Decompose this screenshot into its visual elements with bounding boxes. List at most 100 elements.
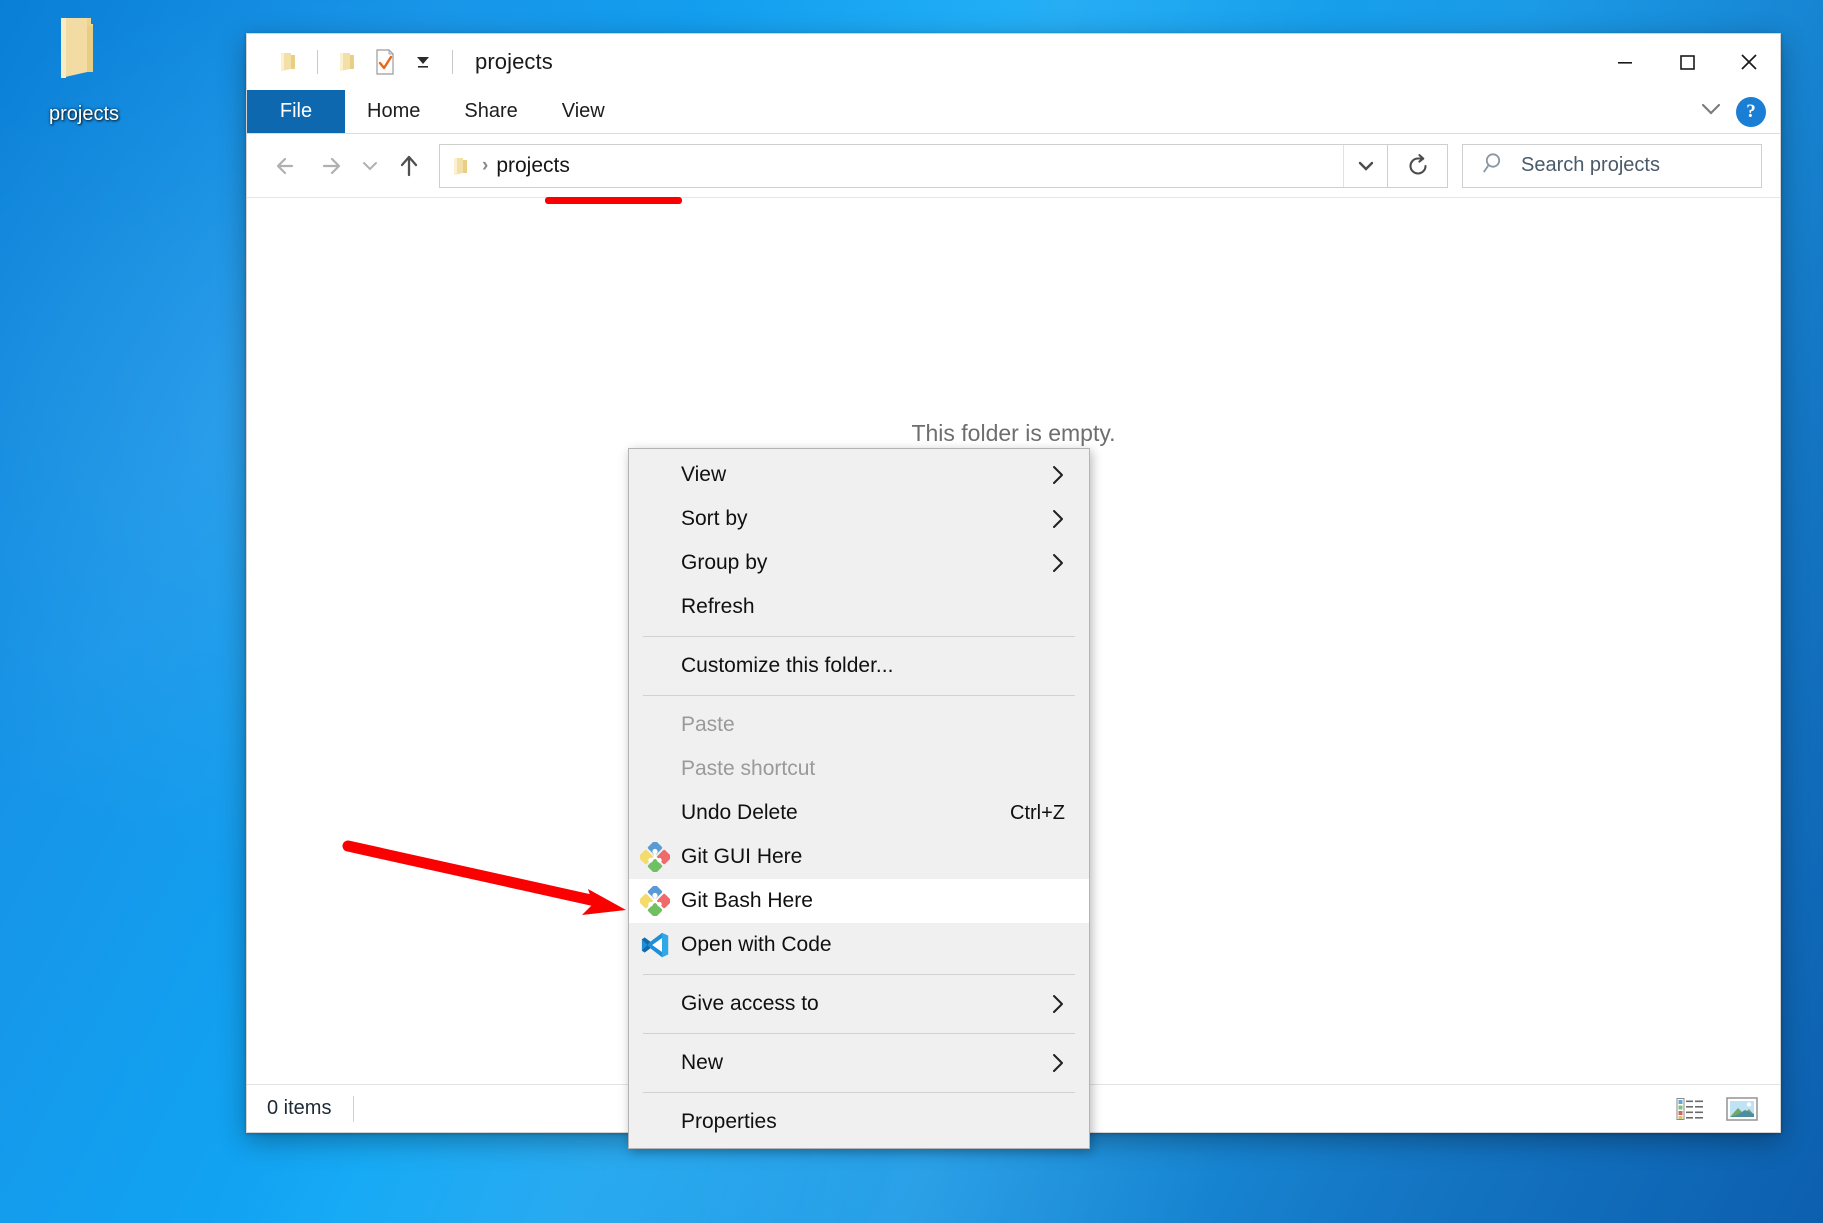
menu-item-paste: Paste: [629, 703, 1089, 747]
properties-button[interactable]: [366, 43, 404, 81]
refresh-icon: [1408, 153, 1427, 175]
folder-icon: [454, 157, 467, 175]
context-menu[interactable]: View Sort by Group by Refresh Customize …: [628, 448, 1090, 1149]
address-bar[interactable]: › projects: [439, 143, 1388, 188]
recent-locations-button[interactable]: [353, 144, 387, 188]
submenu-arrow-wrap: [1047, 462, 1075, 488]
forward-button[interactable]: [309, 144, 353, 188]
menu-item-label: Paste shortcut: [681, 757, 816, 780]
chevron-right-icon: [1053, 995, 1063, 1013]
maximize-icon: [1680, 55, 1695, 70]
tab-view[interactable]: View: [540, 90, 627, 133]
minimize-icon: [1618, 62, 1632, 64]
tab-file[interactable]: File: [247, 90, 345, 133]
details-view-button[interactable]: [1672, 1093, 1708, 1125]
window-title: projects: [475, 49, 553, 74]
up-button[interactable]: [387, 144, 431, 188]
menu-item-group-by[interactable]: Group by: [629, 541, 1089, 585]
new-folder-button[interactable]: [328, 43, 366, 81]
chevron-down-icon: [1701, 103, 1721, 115]
chevron-down-icon: [363, 161, 377, 170]
customize-qat-button[interactable]: [404, 43, 442, 81]
search-placeholder: Search projects: [1521, 154, 1660, 176]
ribbon-right-controls: ?: [1698, 90, 1780, 133]
menu-item-label: Give access to: [681, 992, 819, 1015]
menu-item-label: Open with Code: [681, 933, 832, 956]
quick-access-toolbar: [247, 43, 463, 81]
git-icon-wrap: [629, 886, 681, 916]
desktop-icon-projects[interactable]: projects: [14, 6, 154, 126]
breadcrumb-folder-icon-wrap: [450, 154, 472, 178]
vscode-icon: [641, 932, 669, 958]
breadcrumb-projects[interactable]: projects: [496, 154, 570, 178]
menu-item-new[interactable]: New: [629, 1041, 1089, 1085]
chevron-right-icon: [1053, 466, 1063, 484]
chevron-right-icon: [1053, 554, 1063, 572]
submenu-arrow-wrap: [1047, 506, 1075, 532]
menu-item-properties[interactable]: Properties: [629, 1100, 1089, 1144]
chevron-down-icon: [417, 57, 429, 68]
menu-item-label: Refresh: [681, 595, 755, 618]
folder-icon: [340, 53, 354, 71]
help-button[interactable]: ?: [1736, 96, 1766, 127]
menu-item-label: Customize this folder...: [681, 654, 894, 677]
search-icon: [1483, 153, 1501, 173]
menu-item-give-access-to[interactable]: Give access to: [629, 982, 1089, 1026]
address-bar-row: › projects Search projects: [247, 134, 1780, 198]
git-icon: [640, 842, 670, 872]
git-icon: [640, 886, 670, 916]
menu-separator: [643, 695, 1075, 696]
menu-separator: [643, 974, 1075, 975]
qat-divider-2: [452, 50, 453, 74]
menu-item-paste-shortcut: Paste shortcut: [629, 747, 1089, 791]
menu-item-view[interactable]: View: [629, 453, 1089, 497]
refresh-button[interactable]: [1388, 143, 1448, 188]
menu-separator: [643, 636, 1075, 637]
menu-item-undo-delete[interactable]: Undo Delete Ctrl+Z: [629, 791, 1089, 835]
details-view-icon: [1676, 1097, 1703, 1120]
menu-item-label: Properties: [681, 1110, 777, 1133]
expand-ribbon-button[interactable]: [1698, 100, 1724, 123]
qat-divider: [317, 50, 318, 74]
large-icons-view-button[interactable]: [1724, 1093, 1760, 1125]
chevron-right-icon: [1053, 510, 1063, 528]
menu-item-label: Undo Delete: [681, 801, 798, 824]
ribbon-tabs: File Home Share View ?: [247, 90, 1780, 134]
breadcrumb-separator[interactable]: ›: [482, 155, 488, 177]
arrow-left-icon: [276, 157, 294, 174]
menu-item-label: View: [681, 463, 727, 486]
menu-item-sort-by[interactable]: Sort by: [629, 497, 1089, 541]
back-button[interactable]: [265, 144, 309, 188]
menu-item-open-with-code[interactable]: Open with Code: [629, 923, 1089, 967]
title-bar: projects: [247, 34, 1780, 90]
properties-checkmark-icon: [376, 49, 394, 75]
menu-item-label: Git GUI Here: [681, 845, 803, 868]
tab-home[interactable]: Home: [345, 90, 442, 133]
search-input[interactable]: Search projects: [1462, 143, 1762, 188]
menu-item-label: Git Bash Here: [681, 889, 813, 912]
menu-item-label: Group by: [681, 551, 768, 574]
arrow-up-icon: [400, 155, 418, 176]
chevron-right-icon: [1053, 1054, 1063, 1072]
menu-item-git-bash-here[interactable]: Git Bash Here: [629, 879, 1089, 923]
tab-share[interactable]: Share: [442, 90, 539, 133]
menu-separator: [643, 1092, 1075, 1093]
item-count: 0 items: [267, 1097, 332, 1119]
menu-item-refresh[interactable]: Refresh: [629, 585, 1089, 629]
minimize-button[interactable]: [1594, 34, 1656, 90]
submenu-arrow-wrap: [1047, 550, 1075, 576]
maximize-button[interactable]: [1656, 34, 1718, 90]
status-divider: [353, 1095, 355, 1122]
close-icon: [1741, 54, 1757, 70]
close-button[interactable]: [1718, 34, 1780, 90]
vscode-icon-wrap: [629, 930, 681, 960]
empty-folder-message: This folder is empty.: [911, 420, 1116, 446]
git-icon-wrap: [629, 842, 681, 872]
system-menu-folder-icon[interactable]: [269, 43, 307, 81]
menu-item-customize-this-folder[interactable]: Customize this folder...: [629, 644, 1089, 688]
menu-separator: [643, 1033, 1075, 1034]
menu-item-shortcut: Ctrl+Z: [1010, 801, 1065, 824]
menu-item-git-gui-here[interactable]: Git GUI Here: [629, 835, 1089, 879]
address-dropdown-button[interactable]: [1343, 144, 1387, 187]
arrow-right-icon: [322, 157, 341, 174]
